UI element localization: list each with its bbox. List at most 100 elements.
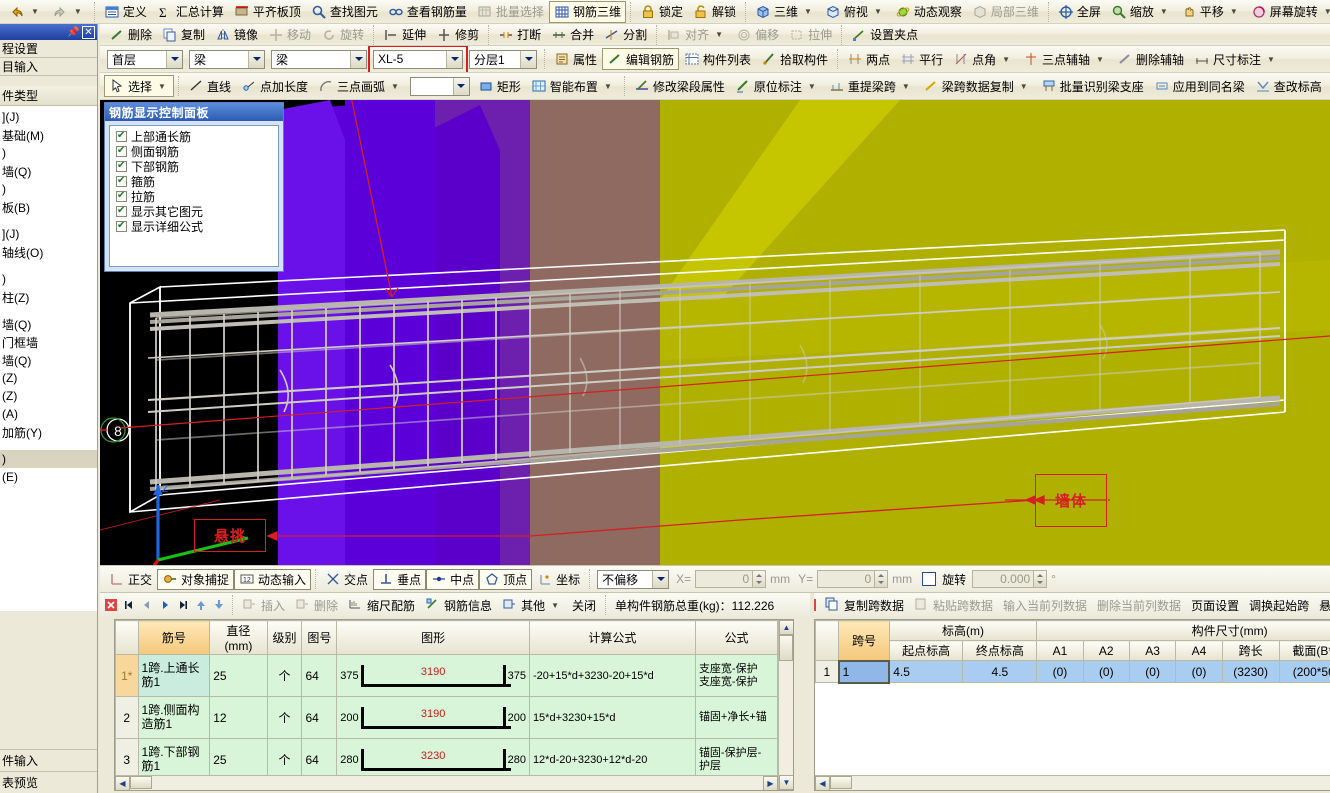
move-down-icon[interactable] <box>210 596 228 614</box>
rebar-opt-4[interactable]: 拉筋 <box>112 189 276 204</box>
sidebar-footer-item-0[interactable]: 件输入 <box>0 749 97 771</box>
dyninput-toggle[interactable]: 12 动态输入 <box>234 568 312 590</box>
edit-rebar-button[interactable]: 编辑钢筋 <box>602 48 680 70</box>
next-record-icon[interactable] <box>156 596 174 614</box>
pan-caret[interactable]: ▼ <box>1227 7 1241 16</box>
copy-span-data-caret[interactable]: ▼ <box>1017 82 1031 91</box>
view-3d-caret[interactable]: ▼ <box>801 7 815 16</box>
rebar-display-panel[interactable]: 钢筋显示控制面板 上部通长筋 侧面钢筋 下部钢筋 箍筋 拉筋 显示其它图元 显示… <box>104 102 284 272</box>
sidebar-tree[interactable]: ](J) 基础(M) ) 墙(Q) ) 板(B) ](J) 轴线(O) ) 柱(… <box>0 106 97 611</box>
scroll-thumb-h[interactable] <box>830 776 852 789</box>
local-3d-button[interactable]: 局部三维 <box>967 1 1044 23</box>
rotate-input[interactable]: 0.000 <box>972 570 1035 588</box>
offset-mode-combo[interactable]: 不偏移 <box>597 569 670 589</box>
select-tool-button[interactable]: 选择 ▼ <box>104 75 174 97</box>
rebar-col-7[interactable]: 公式 <box>694 620 778 655</box>
rebar-shape[interactable]: 375 3190 375 <box>336 654 530 697</box>
y-spinner[interactable] <box>875 570 889 588</box>
split-button[interactable]: 分割 <box>599 24 652 45</box>
line-button[interactable]: 直线 <box>183 75 236 97</box>
move-button[interactable]: 移动 <box>263 24 316 45</box>
checkbox-icon[interactable] <box>116 205 127 217</box>
set-grip-button[interactable]: 设置夹点 <box>846 24 923 45</box>
rebar-3d-button[interactable]: 钢筋三维 <box>548 0 626 23</box>
sidebar-item-13[interactable]: 墙(Q) <box>0 315 97 333</box>
copy-span-button[interactable]: 复制跨数据 <box>820 595 909 615</box>
span-col-spanno[interactable]: 跨号 <box>838 620 890 661</box>
rebar-table-vscrollbar[interactable]: ▲ ▼ <box>778 620 793 790</box>
smart-layout-caret[interactable]: ▼ <box>601 82 615 91</box>
rebar-formula-desc[interactable]: 锚固-保护层- 护层 <box>694 738 778 775</box>
copy-button[interactable]: 复制 <box>157 24 210 45</box>
unlock-button[interactable]: 解锁 <box>688 1 741 23</box>
delete-current-col-button[interactable]: 删除当前列数据 <box>1092 595 1186 615</box>
three-point-axis-caret[interactable]: ▼ <box>1093 55 1107 64</box>
rebar-grade[interactable]: 个 <box>266 738 303 775</box>
rebar-name[interactable]: 1跨.下部钢筋1 <box>137 738 211 775</box>
sidebar-item-3[interactable]: 墙(Q) <box>0 162 97 180</box>
chevron-down-icon[interactable] <box>452 77 469 95</box>
sidebar-item-11[interactable]: 柱(Z) <box>0 288 97 306</box>
rebar-formula-desc[interactable]: 支座宽-保护 支座宽-保护 <box>694 654 778 697</box>
floor-combo[interactable]: 首层 <box>107 49 183 69</box>
span-group-elevation[interactable]: 标高(m) <box>888 620 1038 641</box>
rebar-info-button[interactable]: 钢筋信息 <box>420 595 497 615</box>
span-col-end-elev[interactable]: 终点标高 <box>962 640 1038 661</box>
snap-perpendicular[interactable]: 垂点 <box>373 568 427 590</box>
rebar-col-2[interactable]: 直径(mm) <box>209 620 268 655</box>
view-3d-button[interactable]: 三维 ▼ <box>750 1 820 23</box>
scroll-down-icon[interactable]: ▼ <box>779 775 793 790</box>
sidebar-item-8[interactable]: 轴线(O) <box>0 243 97 261</box>
rebar-name[interactable]: 1跨.侧面构造筋1 <box>137 696 211 739</box>
table-row[interactable]: 3 1跨.下部钢筋1 25 个 64 280 3230 280 12*d-20+… <box>115 738 778 775</box>
copy-span-data-button[interactable]: 梁跨数据复制 ▼ <box>918 75 1036 97</box>
sidebar-item-5[interactable]: 板(B) <box>0 198 97 216</box>
layer-combo[interactable]: 分层1 <box>469 49 537 69</box>
span-table-hscrollbar[interactable]: ◀ ▶ <box>815 775 1330 790</box>
sidebar-item-1[interactable]: 基础(M) <box>0 126 97 144</box>
batch-id-support-button[interactable]: 批量识别梁支座 <box>1036 75 1149 97</box>
fullscreen-button[interactable]: 全屏 <box>1053 1 1106 23</box>
scroll-left-icon[interactable]: ◀ <box>815 776 830 790</box>
first-record-icon[interactable] <box>120 596 138 614</box>
table-row[interactable]: 1 1 4.5 4.5 (0) (0) (0) (0) (3230) (200*… <box>815 659 1330 684</box>
properties-button[interactable]: 属性 <box>549 48 602 70</box>
span-col-blank[interactable] <box>815 620 840 661</box>
scroll-left-icon[interactable]: ◀ <box>115 776 130 790</box>
top-view-caret[interactable]: ▼ <box>871 7 885 16</box>
span-col-a1[interactable]: A1 <box>1036 640 1084 661</box>
re-extract-span-caret[interactable]: ▼ <box>899 82 913 91</box>
ortho-toggle[interactable]: 正交 <box>104 569 157 590</box>
parallel-button[interactable]: 平行 <box>895 48 948 70</box>
rebar-col-0[interactable] <box>115 620 139 655</box>
cantilever-button[interactable]: 悬挑 <box>1314 595 1330 615</box>
a1-cell[interactable]: (0) <box>1036 660 1084 683</box>
sidebar-item-22[interactable]: (E) <box>0 468 97 486</box>
span-col-a2[interactable]: A2 <box>1082 640 1130 661</box>
find-element-button[interactable]: 查找图元 <box>306 1 383 23</box>
rebar-shape[interactable]: 280 3230 280 <box>336 738 530 775</box>
rebar-col-3[interactable]: 级别 <box>266 620 303 655</box>
rebar-graph-no[interactable]: 64 <box>301 738 338 775</box>
snap-midpoint[interactable]: 中点 <box>426 568 480 590</box>
rebar-name[interactable]: 1跨.上通长筋1 <box>137 654 211 697</box>
chevron-down-icon[interactable] <box>248 50 264 68</box>
redo-caret[interactable]: ▼ <box>71 7 85 16</box>
swap-start-span-button[interactable]: 调换起始跨 <box>1244 595 1314 615</box>
checkbox-icon[interactable] <box>116 220 127 232</box>
align-caret[interactable]: ▼ <box>712 30 726 39</box>
undo-caret[interactable]: ▼ <box>28 7 42 16</box>
sidebar-item-0[interactable]: ](J) <box>0 108 97 126</box>
re-extract-span-button[interactable]: 重提梁跨 ▼ <box>824 75 918 97</box>
view-rebar-qty-button[interactable]: 查看钢筋量 <box>383 1 472 23</box>
offset-button[interactable]: 偏移 <box>731 24 784 45</box>
pin-icon[interactable]: 📌 <box>67 26 80 39</box>
close-button[interactable]: 关闭 <box>567 595 601 615</box>
rebar-shape[interactable]: 200 3190 200 <box>336 696 530 739</box>
sidebar-item-7[interactable]: ](J) <box>0 225 97 243</box>
snap-intersection[interactable]: 交点 <box>320 569 373 590</box>
rotate-spinner[interactable] <box>1034 570 1048 588</box>
checkbox-icon[interactable] <box>116 145 127 157</box>
edit-beam-seg-button[interactable]: 修改梁段属性 <box>629 75 730 97</box>
checkbox-icon[interactable] <box>116 175 127 187</box>
